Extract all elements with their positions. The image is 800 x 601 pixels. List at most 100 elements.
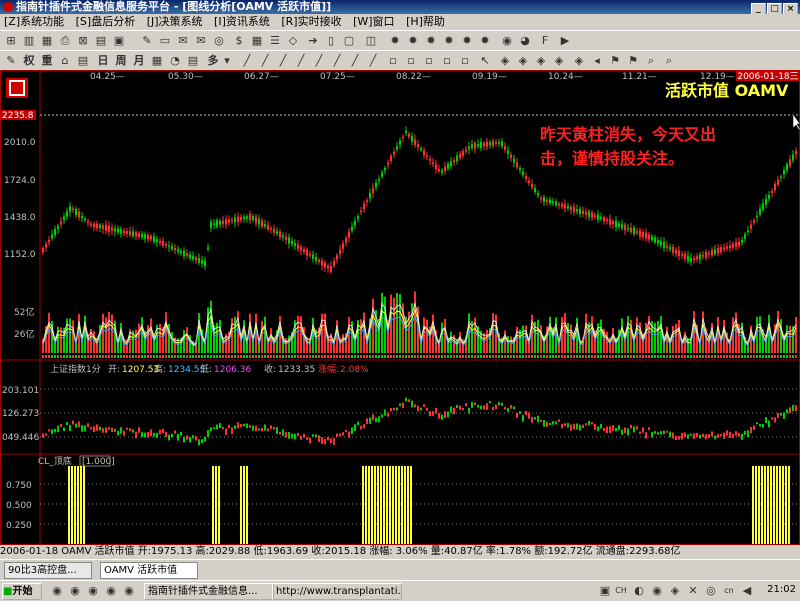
sel4-icon[interactable]: ▫: [440, 54, 454, 68]
diamond5-icon[interactable]: ◈: [572, 54, 586, 68]
window-icon[interactable]: ▣: [112, 34, 126, 48]
tray-2-icon[interactable]: ◐: [632, 584, 646, 598]
multi-button[interactable]: 多: [206, 54, 220, 68]
line2-icon[interactable]: ╱: [258, 54, 272, 68]
diamond1-icon[interactable]: ◈: [498, 54, 512, 68]
candle-body: [123, 230, 125, 233]
lock-icon[interactable]: ⌂: [58, 54, 72, 68]
print-icon[interactable]: ⎙: [58, 34, 72, 48]
stack-icon[interactable]: ▤: [76, 54, 90, 68]
chart-icon[interactable]: ▥: [22, 34, 36, 48]
tray-5-icon[interactable]: ✕: [686, 584, 700, 598]
index-candle: [138, 427, 140, 433]
period-icon[interactable]: ▦: [150, 54, 164, 68]
diamond4-icon[interactable]: ◈: [552, 54, 566, 68]
quicklaunch-5-icon[interactable]: ◉: [122, 584, 136, 598]
month-button[interactable]: 月: [132, 54, 146, 68]
cursor-icon[interactable]: ↖: [478, 54, 492, 68]
menu-realtime[interactable]: [R]实时接收: [281, 15, 341, 28]
sel2-icon[interactable]: ▫: [404, 54, 418, 68]
tray-4-icon[interactable]: ◈: [668, 584, 682, 598]
menu-help[interactable]: [H]帮助: [406, 15, 445, 28]
shapes-icon[interactable]: ◇: [286, 34, 300, 48]
line8-icon[interactable]: ╱: [366, 54, 380, 68]
gear1-icon[interactable]: ✹: [388, 34, 402, 48]
money-icon[interactable]: $: [232, 34, 246, 48]
line7-icon[interactable]: ╱: [348, 54, 362, 68]
globe-icon[interactable]: ◉: [500, 34, 514, 48]
tray-6-icon[interactable]: ◎: [704, 584, 718, 598]
chart-area[interactable]: 04.25— 05.30— 06.27— 07.25— 08.22— 09.19— 10.2…: [0, 70, 800, 545]
line4-icon[interactable]: ╱: [294, 54, 308, 68]
quicklaunch-4-icon[interactable]: ◉: [104, 584, 118, 598]
grid-icon[interactable]: ▦: [40, 34, 54, 48]
menu-window[interactable]: [W]窗口: [353, 15, 394, 28]
pie-icon[interactable]: ◕: [518, 34, 532, 48]
start-button[interactable]: ■开始: [2, 583, 42, 600]
zhong-button[interactable]: 重: [40, 54, 54, 68]
tool-icon[interactable]: ✎: [140, 34, 154, 48]
sel3-icon[interactable]: ▫: [422, 54, 436, 68]
clock-icon[interactable]: ◔: [168, 54, 182, 68]
gear4-icon[interactable]: ✹: [442, 34, 456, 48]
flag2-icon[interactable]: ⚑: [626, 54, 640, 68]
mail-icon[interactable]: ✉: [176, 34, 190, 48]
menu-decision[interactable]: [J]决策系统: [147, 15, 203, 28]
dropdown-icon[interactable]: ▾: [220, 54, 234, 68]
fio-icon[interactable]: F: [538, 34, 552, 48]
gear2-icon[interactable]: ✹: [406, 34, 420, 48]
arrow-left-icon[interactable]: ◂: [590, 54, 604, 68]
line5-icon[interactable]: ╱: [312, 54, 326, 68]
day-button[interactable]: 日: [96, 54, 110, 68]
target-icon[interactable]: ◎: [212, 34, 226, 48]
gear5-icon[interactable]: ✹: [460, 34, 474, 48]
diamond3-icon[interactable]: ◈: [534, 54, 548, 68]
menu-system[interactable]: [Z]系统功能: [4, 15, 64, 28]
line3-icon[interactable]: ╱: [276, 54, 290, 68]
sel5-icon[interactable]: ▫: [458, 54, 472, 68]
tray-ch-icon[interactable]: CH: [614, 584, 628, 598]
quan-button[interactable]: 权: [22, 54, 36, 68]
tray-3-icon[interactable]: ◉: [650, 584, 664, 598]
calendar-icon[interactable]: ▤: [186, 54, 200, 68]
calc-icon[interactable]: ⊞: [4, 34, 18, 48]
task-button-browser[interactable]: http://www.transplantati...: [272, 583, 402, 600]
chart-canvas: 04.25— 05.30— 06.27— 07.25— 08.22— 09.19— 10.2…: [0, 70, 800, 545]
volume-dot: [648, 355, 650, 358]
arrow-icon[interactable]: ➔: [306, 34, 320, 48]
gear3-icon[interactable]: ✹: [424, 34, 438, 48]
week-button[interactable]: 周: [114, 54, 128, 68]
sel1-icon[interactable]: ▫: [386, 54, 400, 68]
bars-icon[interactable]: ▤: [94, 34, 108, 48]
quicklaunch-3-icon[interactable]: ◉: [86, 584, 100, 598]
line1-icon[interactable]: ╱: [240, 54, 254, 68]
tray-cn-icon[interactable]: cn: [722, 584, 736, 598]
diamond2-icon[interactable]: ◈: [516, 54, 530, 68]
doc-icon[interactable]: ▯: [324, 34, 338, 48]
doc-tab-2[interactable]: OAMV 活跃市值: [100, 562, 198, 579]
folder-icon[interactable]: ▭: [158, 34, 172, 48]
mail2-icon[interactable]: ✉: [194, 34, 208, 48]
quicklaunch-2-icon[interactable]: ◉: [68, 584, 82, 598]
diagonal-icon[interactable]: ⊠: [76, 34, 90, 48]
task-button-app[interactable]: 指南针插件式金融信息...: [144, 583, 274, 600]
quicklaunch-1-icon[interactable]: ◉: [50, 584, 64, 598]
tray-volume-icon[interactable]: ◀: [740, 584, 754, 598]
pointer-icon[interactable]: ✎: [4, 54, 18, 68]
menu-info[interactable]: [I]资讯系统: [214, 15, 270, 28]
table-icon[interactable]: ▦: [250, 34, 264, 48]
candle-body: [561, 203, 563, 207]
search-icon[interactable]: ⌕: [662, 54, 676, 68]
tray-1-icon[interactable]: ▣: [598, 584, 612, 598]
web-icon[interactable]: ◫: [364, 34, 378, 48]
arrowbox-icon[interactable]: ▶: [558, 34, 572, 48]
flag-icon[interactable]: ⚑: [608, 54, 622, 68]
list-icon[interactable]: ☰: [268, 34, 282, 48]
menu-analysis[interactable]: [S]盘后分析: [76, 15, 136, 28]
zoom-icon[interactable]: ⌕: [644, 54, 658, 68]
volume-bar: [540, 325, 542, 353]
line6-icon[interactable]: ╱: [330, 54, 344, 68]
doc-tab-1[interactable]: 90比3高控盘...: [4, 562, 92, 579]
screen-icon[interactable]: ▢: [342, 34, 356, 48]
gear6-icon[interactable]: ✹: [478, 34, 492, 48]
